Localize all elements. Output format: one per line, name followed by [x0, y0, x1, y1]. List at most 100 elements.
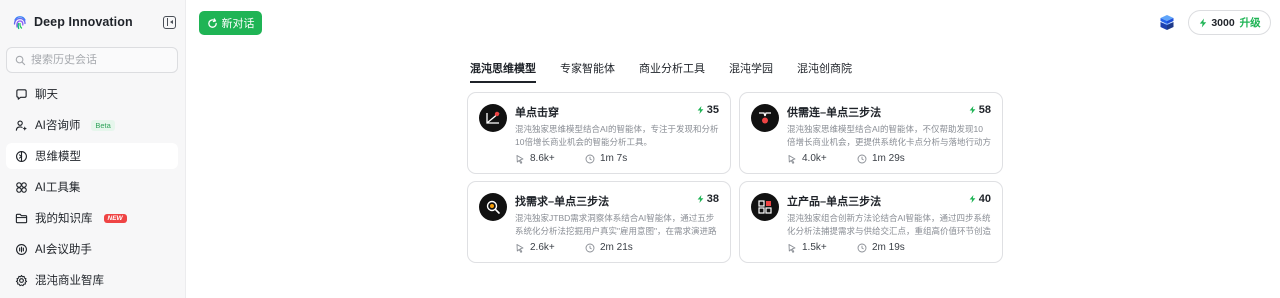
sidebar-item-chat[interactable]: 聊天 — [6, 81, 178, 107]
lightning-icon — [969, 194, 976, 204]
card-description: 混沌独家思维模型结合AI的智能体，不仅帮助发现10倍增长商业机会，更提供系统化卡… — [787, 124, 991, 147]
consultant-icon — [15, 119, 28, 132]
history-search-input[interactable] — [31, 54, 171, 66]
card-description: 混沌独家JTBD需求洞察体系结合AI智能体，通过五步系统化分析法挖掘用户真实"雇… — [515, 213, 717, 236]
sidebar-item-label: 聊天 — [35, 89, 58, 101]
credits-count: 3000 — [1211, 16, 1235, 29]
sidebar-collapse-button[interactable] — [163, 16, 176, 29]
model-card[interactable]: 找需求–单点三步法 38 混沌独家JTBD需求洞察体系结合AI智能体，通过五步系… — [467, 181, 731, 263]
product-grid-icon — [758, 200, 772, 214]
card-score-value: 38 — [706, 193, 719, 205]
find-demand-icon — [486, 200, 500, 214]
search-icon — [15, 55, 26, 65]
card-score: 58 — [968, 104, 991, 116]
credits-upgrade-button[interactable]: 3000 升级 — [1188, 10, 1271, 35]
sidebar-item-ai-tools[interactable]: AI工具集 — [6, 174, 178, 200]
clock-icon — [857, 154, 867, 163]
card-title: 找需求–单点三步法 — [515, 196, 610, 208]
card-usage-value: 8.6k+ — [530, 153, 555, 164]
cursor-click-icon — [788, 243, 796, 253]
card-stats: 4.0k+ 1m 29s — [787, 153, 905, 164]
card-duration: 1m 7s — [585, 153, 627, 164]
card-usage: 4.0k+ — [787, 153, 857, 164]
card-avatar — [479, 193, 507, 221]
sidebar-item-label: 混沌商业智库 — [35, 275, 104, 287]
sidebar-nav: 聊天 AI咨询师 Beta 思维模型 AI工具集 我的知识库 NEW AI会议助… — [6, 81, 178, 298]
card-duration-value: 2m 21s — [600, 242, 633, 253]
lightning-icon — [1200, 18, 1207, 27]
new-chat-button[interactable]: 新对话 — [199, 11, 262, 35]
history-search[interactable] — [6, 47, 178, 73]
beta-badge: Beta — [91, 119, 115, 131]
card-usage-value: 4.0k+ — [802, 153, 827, 164]
card-usage: 2.6k+ — [515, 242, 585, 253]
card-duration-value: 1m 29s — [872, 153, 905, 164]
cursor-click-icon — [788, 154, 796, 164]
fingerprint-icon — [13, 16, 26, 30]
clock-icon — [585, 243, 595, 252]
card-score-value: 40 — [978, 193, 991, 205]
sidebar-item-label: AI工具集 — [35, 182, 81, 194]
tools-icon — [15, 181, 28, 194]
gear-icon — [15, 274, 28, 287]
sidebar-item-label: AI会议助手 — [35, 244, 92, 256]
card-avatar — [751, 104, 779, 132]
sidebar-item-ai-consultant[interactable]: AI咨询师 Beta — [6, 112, 178, 138]
refresh-icon — [207, 17, 217, 28]
tab-chaos-academy[interactable]: 混沌学园 — [729, 60, 773, 83]
sidebar-item-label: AI咨询师 — [35, 120, 81, 132]
folder-icon — [15, 212, 28, 225]
collapse-left-icon — [170, 20, 173, 24]
sidebar-item-business-think-tank[interactable]: 混沌商业智库 — [6, 267, 178, 293]
clock-icon — [857, 243, 867, 252]
new-chat-label: 新对话 — [221, 18, 255, 30]
tab-business-analysis-tools[interactable]: 商业分析工具 — [639, 60, 705, 83]
model-card[interactable]: 单点击穿 35 混沌独家思维模型结合AI的智能体，专注于发现和分析10倍增长商业… — [467, 92, 731, 174]
chat-icon — [15, 88, 28, 101]
single-point-icon — [486, 111, 500, 124]
card-usage: 8.6k+ — [515, 153, 585, 164]
card-title: 立产品–单点三步法 — [787, 196, 882, 208]
card-score: 35 — [696, 104, 719, 116]
card-avatar — [751, 193, 779, 221]
card-stats: 1.5k+ 2m 19s — [787, 242, 905, 253]
tab-chaos-thinking-models[interactable]: 混沌思维模型 — [470, 60, 536, 83]
sidebar-item-thinking-model[interactable]: 思维模型 — [6, 143, 178, 169]
card-score: 40 — [968, 193, 991, 205]
card-description: 混沌独家组合创新方法论结合AI智能体，通过四步系统化分析法捕提需求与供给交汇点，… — [787, 213, 991, 236]
card-duration: 1m 29s — [857, 153, 905, 164]
card-usage: 1.5k+ — [787, 242, 857, 253]
stack-icon[interactable] — [1159, 14, 1175, 31]
brand-logo[interactable]: Deep Innovation — [12, 14, 133, 30]
card-score-value: 58 — [978, 104, 991, 116]
card-title: 供需连–单点三步法 — [787, 107, 882, 119]
card-stats: 8.6k+ 1m 7s — [515, 153, 627, 164]
sidebar-item-label: 思维模型 — [35, 151, 81, 163]
card-duration-value: 2m 19s — [872, 242, 905, 253]
card-description: 混沌独家思维模型结合AI的智能体，专注于发现和分析10倍增长商业机会的智能分析工… — [515, 124, 719, 147]
clock-icon — [585, 154, 595, 163]
tab-expert-agents[interactable]: 专家智能体 — [560, 60, 615, 83]
lightning-icon — [697, 105, 704, 115]
tab-chaos-innovation-school[interactable]: 混沌创商院 — [797, 60, 852, 83]
card-duration: 2m 19s — [857, 242, 905, 253]
sidebar-item-meeting-assistant[interactable]: AI会议助手 — [6, 236, 178, 262]
card-score: 38 — [696, 193, 719, 205]
new-badge: NEW — [103, 213, 127, 223]
supply-demand-icon — [759, 112, 771, 124]
category-tabs: 混沌思维模型 专家智能体 商业分析工具 混沌学园 混沌创商院 — [470, 60, 876, 83]
card-stats: 2.6k+ 2m 21s — [515, 242, 633, 253]
upgrade-label: 升级 — [1239, 17, 1261, 29]
meeting-icon — [15, 243, 28, 256]
cursor-click-icon — [516, 243, 524, 253]
model-card[interactable]: 立产品–单点三步法 40 混沌独家组合创新方法论结合AI智能体，通过四步系统化分… — [739, 181, 1003, 263]
sidebar: Deep Innovation 聊天 AI咨询师 Beta 思维模型 — [0, 0, 186, 298]
card-title: 单点击穿 — [515, 107, 559, 119]
sidebar-item-knowledge-base[interactable]: 我的知识库 NEW — [6, 205, 178, 231]
card-usage-value: 2.6k+ — [530, 242, 555, 253]
card-duration: 2m 21s — [585, 242, 633, 253]
card-duration-value: 1m 7s — [600, 153, 628, 164]
model-card[interactable]: 供需连–单点三步法 58 混沌独家思维模型结合AI的智能体，不仅帮助发现10倍增… — [739, 92, 1003, 174]
card-avatar — [479, 104, 507, 132]
sidebar-item-label: 我的知识库 — [35, 213, 93, 225]
